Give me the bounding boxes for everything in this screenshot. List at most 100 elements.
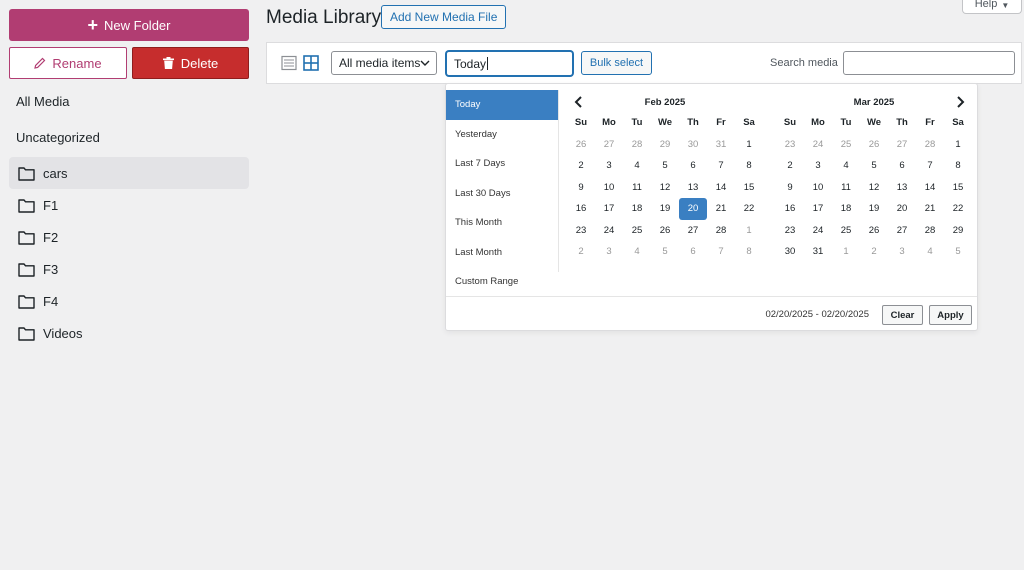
- calendar-day[interactable]: 2: [776, 155, 804, 177]
- calendar-day[interactable]: 11: [623, 177, 651, 199]
- calendar-day[interactable]: 4: [623, 241, 651, 263]
- calendar-day[interactable]: 3: [804, 155, 832, 177]
- preset-range-custom-range[interactable]: Custom Range: [446, 267, 558, 297]
- calendar-day[interactable]: 30: [776, 241, 804, 263]
- calendar-day[interactable]: 12: [651, 177, 679, 199]
- preset-range-last-30-days[interactable]: Last 30 Days: [446, 179, 558, 209]
- calendar-day[interactable]: 27: [888, 220, 916, 242]
- calendar-day[interactable]: 31: [707, 134, 735, 156]
- calendar-day[interactable]: 29: [944, 220, 972, 242]
- calendar-day[interactable]: 20: [888, 198, 916, 220]
- calendar-day[interactable]: 25: [832, 134, 860, 156]
- date-range-input[interactable]: Today: [446, 51, 573, 76]
- chevron-left-icon[interactable]: [573, 95, 585, 109]
- calendar-day[interactable]: 2: [567, 241, 595, 263]
- calendar-day[interactable]: 4: [832, 155, 860, 177]
- apply-button[interactable]: Apply: [929, 305, 972, 325]
- search-input[interactable]: [843, 51, 1015, 75]
- calendar-day[interactable]: 16: [567, 198, 595, 220]
- preset-range-today[interactable]: Today: [446, 90, 558, 120]
- clear-button[interactable]: Clear: [882, 305, 923, 325]
- calendar-day[interactable]: 5: [651, 155, 679, 177]
- calendar-day[interactable]: 18: [623, 198, 651, 220]
- calendar-day[interactable]: 24: [595, 220, 623, 242]
- calendar-day[interactable]: 12: [860, 177, 888, 199]
- all-media-link[interactable]: All Media: [16, 94, 69, 109]
- calendar-day[interactable]: 28: [916, 134, 944, 156]
- calendar-day[interactable]: 8: [735, 241, 763, 263]
- folder-item-cars[interactable]: cars: [9, 157, 249, 189]
- calendar-day[interactable]: 8: [735, 155, 763, 177]
- calendar-day[interactable]: 8: [944, 155, 972, 177]
- calendar-day[interactable]: 13: [679, 177, 707, 199]
- calendar-day[interactable]: 10: [595, 177, 623, 199]
- calendar-day[interactable]: 6: [888, 155, 916, 177]
- calendar-day-selected[interactable]: 20: [679, 198, 707, 220]
- uncategorized-link[interactable]: Uncategorized: [16, 130, 100, 145]
- calendar-day[interactable]: 27: [595, 134, 623, 156]
- calendar-day[interactable]: 28: [623, 134, 651, 156]
- calendar-day[interactable]: 25: [832, 220, 860, 242]
- calendar-day[interactable]: 15: [944, 177, 972, 199]
- folder-item-f2[interactable]: F2: [9, 221, 249, 253]
- calendar-day[interactable]: 1: [832, 241, 860, 263]
- calendar-day[interactable]: 2: [567, 155, 595, 177]
- calendar-day[interactable]: 28: [707, 220, 735, 242]
- calendar-day[interactable]: 25: [623, 220, 651, 242]
- calendar-day[interactable]: 3: [595, 241, 623, 263]
- calendar-day[interactable]: 1: [735, 134, 763, 156]
- calendar-day[interactable]: 28: [916, 220, 944, 242]
- calendar-day[interactable]: 29: [651, 134, 679, 156]
- calendar-day[interactable]: 23: [776, 134, 804, 156]
- calendar-day[interactable]: 24: [804, 220, 832, 242]
- calendar-day[interactable]: 5: [944, 241, 972, 263]
- calendar-day[interactable]: 23: [776, 220, 804, 242]
- calendar-day[interactable]: 23: [567, 220, 595, 242]
- calendar-day[interactable]: 3: [595, 155, 623, 177]
- grid-view-icon[interactable]: [303, 55, 319, 71]
- preset-range-yesterday[interactable]: Yesterday: [446, 120, 558, 150]
- calendar-day[interactable]: 1: [735, 220, 763, 242]
- calendar-day[interactable]: 17: [595, 198, 623, 220]
- calendar-day[interactable]: 24: [804, 134, 832, 156]
- calendar-day[interactable]: 31: [804, 241, 832, 263]
- calendar-day[interactable]: 6: [679, 155, 707, 177]
- calendar-day[interactable]: 3: [888, 241, 916, 263]
- calendar-day[interactable]: 21: [916, 198, 944, 220]
- calendar-day[interactable]: 14: [916, 177, 944, 199]
- media-type-select[interactable]: All media items: [331, 51, 437, 75]
- help-tab[interactable]: Help ▼: [962, 0, 1022, 14]
- list-view-icon[interactable]: [281, 55, 297, 71]
- calendar-day[interactable]: 1: [944, 134, 972, 156]
- calendar-day[interactable]: 7: [707, 155, 735, 177]
- calendar-day[interactable]: 26: [567, 134, 595, 156]
- new-folder-button[interactable]: + New Folder: [9, 9, 249, 41]
- calendar-day[interactable]: 16: [776, 198, 804, 220]
- chevron-right-icon[interactable]: [954, 95, 966, 109]
- folder-item-f4[interactable]: F4: [9, 285, 249, 317]
- calendar-day[interactable]: 17: [804, 198, 832, 220]
- calendar-day[interactable]: 27: [679, 220, 707, 242]
- preset-range-last-month[interactable]: Last Month: [446, 238, 558, 268]
- calendar-day[interactable]: 18: [832, 198, 860, 220]
- calendar-day[interactable]: 11: [832, 177, 860, 199]
- calendar-day[interactable]: 19: [860, 198, 888, 220]
- calendar-day[interactable]: 14: [707, 177, 735, 199]
- calendar-day[interactable]: 10: [804, 177, 832, 199]
- add-new-media-button[interactable]: Add New Media File: [381, 5, 507, 29]
- calendar-day[interactable]: 26: [860, 134, 888, 156]
- calendar-day[interactable]: 4: [623, 155, 651, 177]
- rename-button[interactable]: Rename: [9, 47, 127, 79]
- calendar-day[interactable]: 27: [888, 134, 916, 156]
- preset-range-this-month[interactable]: This Month: [446, 208, 558, 238]
- calendar-day[interactable]: 21: [707, 198, 735, 220]
- folder-item-videos[interactable]: Videos: [9, 317, 249, 349]
- calendar-day[interactable]: 7: [707, 241, 735, 263]
- calendar-day[interactable]: 7: [916, 155, 944, 177]
- calendar-day[interactable]: 26: [860, 220, 888, 242]
- bulk-select-button[interactable]: Bulk select: [581, 51, 652, 75]
- calendar-day[interactable]: 15: [735, 177, 763, 199]
- calendar-day[interactable]: 9: [567, 177, 595, 199]
- calendar-day[interactable]: 2: [860, 241, 888, 263]
- calendar-day[interactable]: 19: [651, 198, 679, 220]
